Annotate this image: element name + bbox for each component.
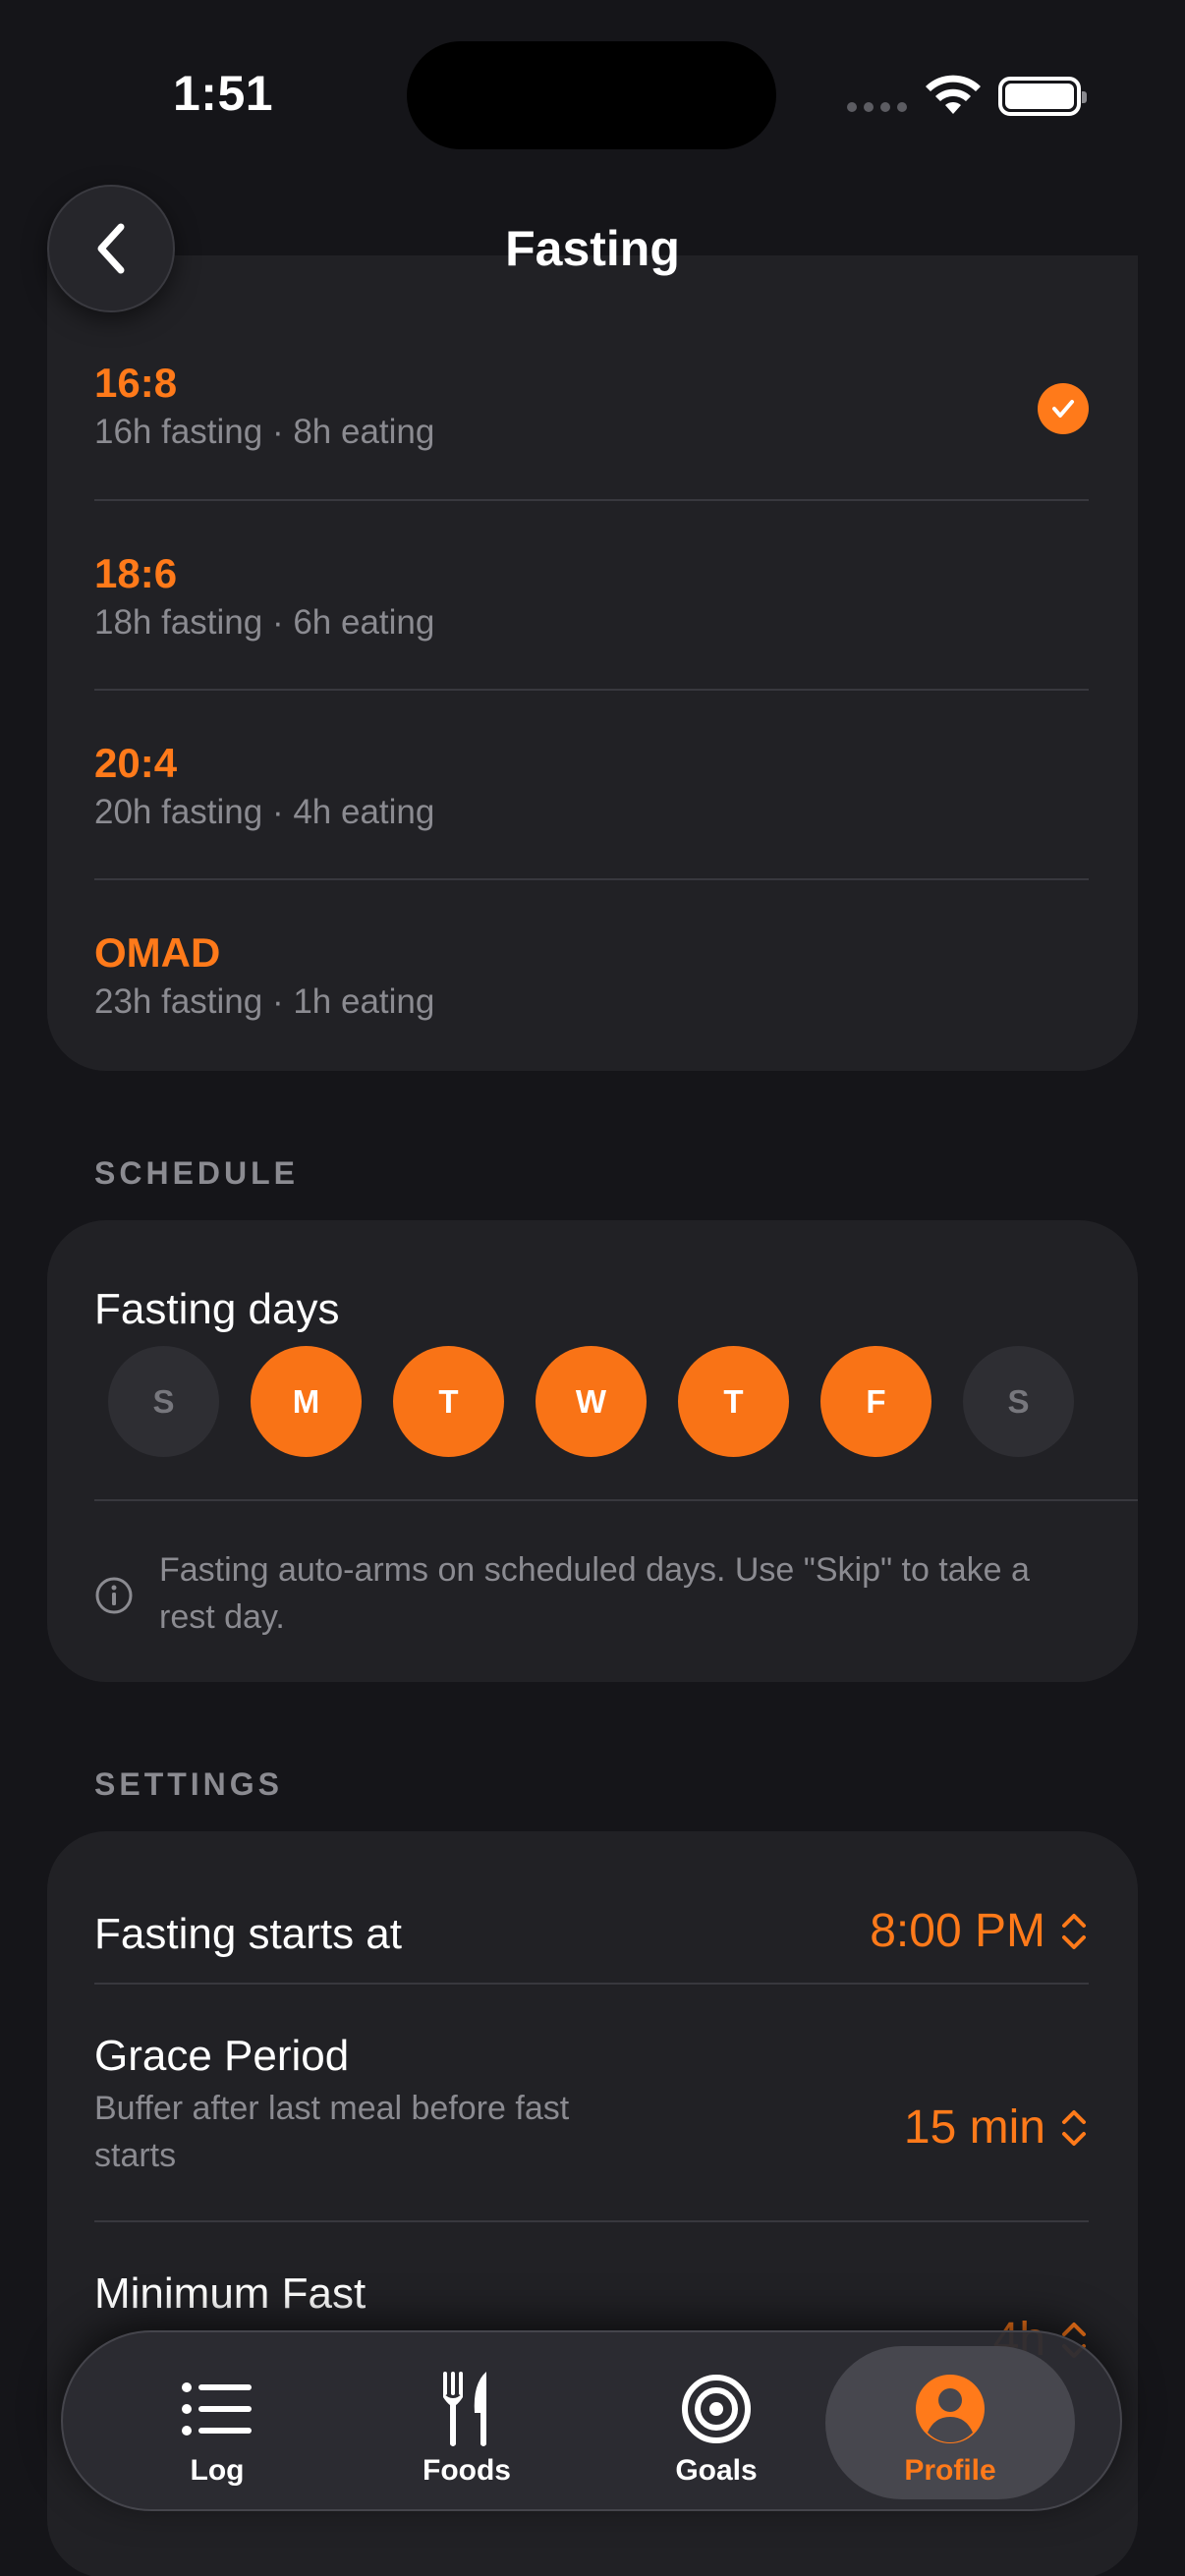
cellular-signal-icon [847,102,907,112]
tab-profile[interactable]: Profile [825,2346,1075,2499]
dynamic-island [407,41,776,149]
day-toggle-monday[interactable]: M [251,1346,362,1457]
day-selector: S M T W T F S [108,1346,1074,1457]
page-title: Fasting [505,221,680,276]
divider [94,1499,1138,1501]
plan-row-20-4[interactable]: 20:4 20h fasting · 4h eating [94,689,1089,878]
plan-name: 20:4 [94,740,178,786]
tab-bar: Log Foods Goals Profile [61,2330,1122,2511]
fasting-screen: 1:51 16:8 16h fasting · 8h eating 18:6 1… [0,0,1185,2576]
fasting-start-value: 8:00 PM [870,1905,1045,1957]
tab-log[interactable]: Log [92,2332,342,2513]
tab-foods[interactable]: Foods [342,2332,592,2513]
battery-icon [998,77,1087,116]
plan-name: OMAD [94,929,221,976]
tab-goals[interactable]: Goals [592,2332,841,2513]
grace-period-subtitle: Buffer after last meal before fast start… [94,2090,570,2174]
plan-description: 16h fasting · 8h eating [94,413,435,451]
fasting-plan-card: 16:8 16h fasting · 8h eating 18:6 18h fa… [47,255,1138,1071]
plan-description: 20h fasting · 4h eating [94,793,435,831]
day-toggle-sunday[interactable]: S [108,1346,219,1457]
person-circle-icon [916,2375,985,2443]
plan-description: 18h fasting · 6h eating [94,603,435,642]
fasting-days-title: Fasting days [94,1285,340,1333]
plan-row-omad[interactable]: OMAD 23h fasting · 1h eating [94,878,1089,1068]
tab-label: Foods [423,2454,511,2487]
grace-period-value: 15 min [903,2101,1045,2154]
plan-name: 18:6 [94,550,178,596]
tab-label: Goals [675,2454,758,2487]
grace-period-label: Grace Period [94,2032,350,2080]
day-toggle-thursday[interactable]: T [678,1346,789,1457]
status-time: 1:51 [173,66,274,121]
divider [94,1983,1089,1985]
chevron-up-down-icon [1062,1913,1086,1949]
day-toggle-friday[interactable]: F [820,1346,931,1457]
wifi-icon [926,75,981,114]
grace-period-picker[interactable]: 15 min [904,2100,1089,2155]
fasting-start-picker[interactable]: 8:00 PM [870,1904,1089,1958]
day-toggle-wednesday[interactable]: W [536,1346,647,1457]
schedule-info-text: Fasting auto-arms on scheduled days. Use… [159,1551,1030,1636]
plan-name: 16:8 [94,360,178,406]
chevron-up-down-icon [1062,2109,1086,2146]
settings-section-label: SETTINGS [94,1766,284,1802]
tab-label: Profile [904,2454,996,2487]
plan-row-16-8[interactable]: 16:8 16h fasting · 8h eating [94,255,1089,451]
info-icon [95,1577,133,1614]
day-toggle-tuesday[interactable]: T [393,1346,504,1457]
fasting-start-label: Fasting starts at [94,1910,403,1958]
plan-row-18-6[interactable]: 18:6 18h fasting · 6h eating [94,499,1089,689]
tab-label: Log [190,2454,245,2487]
fork-knife-icon [443,2372,486,2446]
plan-description: 23h fasting · 1h eating [94,982,435,1021]
checkmark-icon [1038,383,1089,434]
schedule-card: Fasting days S M T W T F S Fasting auto-… [47,1220,1138,1682]
day-toggle-saturday[interactable]: S [963,1346,1074,1457]
schedule-section-label: SCHEDULE [94,1155,300,1191]
list-icon [182,2382,252,2436]
minimum-fast-label: Minimum Fast [94,2269,367,2318]
divider [94,2220,1089,2222]
target-icon [682,2375,751,2443]
